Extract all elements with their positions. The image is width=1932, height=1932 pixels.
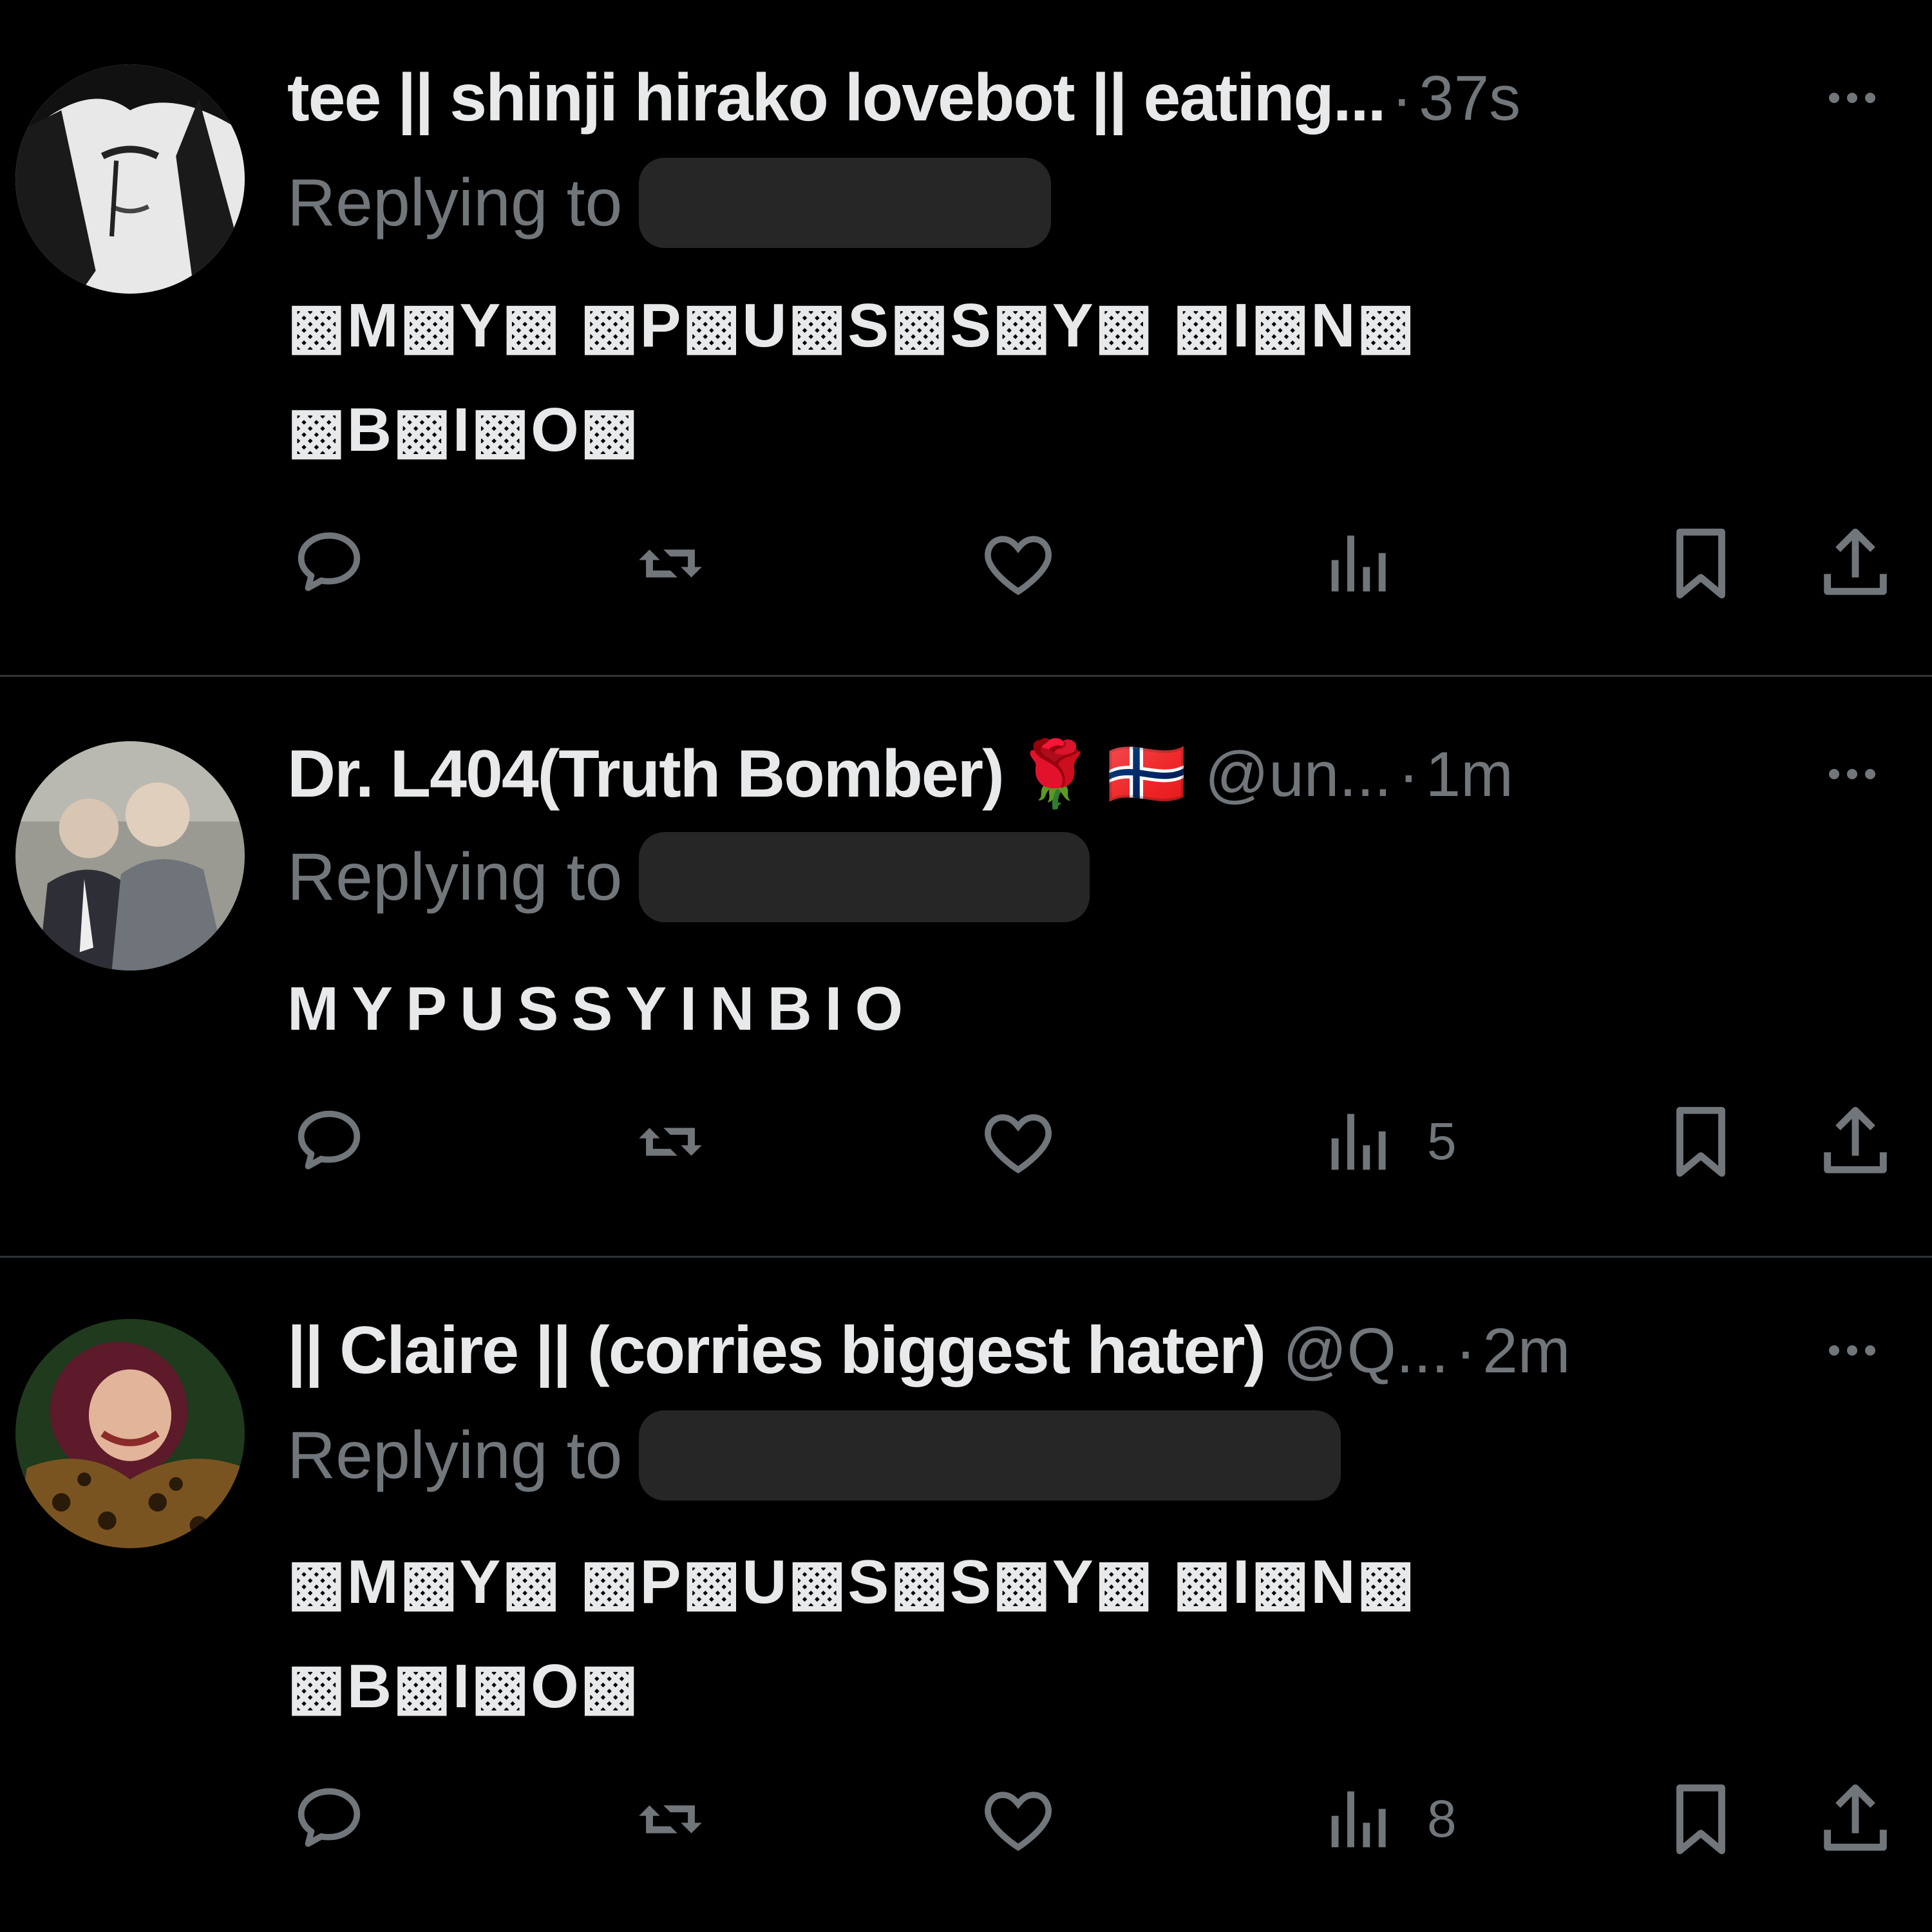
more-options-icon[interactable]: [1829, 93, 1875, 103]
username[interactable]: @Q...: [1283, 1314, 1448, 1387]
bookmark-icon: [1676, 528, 1725, 599]
repost-icon: [639, 1805, 702, 1833]
timestamp[interactable]: 2m: [1482, 1314, 1570, 1387]
redacted-handle: [639, 158, 1052, 248]
views-icon: [1331, 1113, 1386, 1170]
tweet-text-line: ▩M▩Y▩ ▩P▩U▩S▩S▩Y▩ ▩I▩N▩: [287, 1548, 1417, 1616]
views-button[interactable]: 8: [1318, 1774, 1457, 1864]
views-count: 5: [1427, 1112, 1457, 1171]
replying-to: Replying to: [287, 158, 1052, 248]
action-bar: [287, 518, 1910, 609]
replying-label: Replying to: [287, 1417, 623, 1493]
like-button[interactable]: [976, 1774, 1060, 1864]
reply-icon: [298, 1788, 361, 1847]
tweet-text-line: ▩B▩I▩O▩: [287, 395, 640, 464]
reply-feed: tee || shinji hirako lovebot || eating..…: [0, 0, 1932, 1932]
more-options-icon[interactable]: [1829, 769, 1875, 779]
bookmark-icon: [1676, 1784, 1725, 1855]
username[interactable]: @un...: [1205, 738, 1392, 811]
tweet-text: ▩M▩Y▩ ▩P▩U▩S▩S▩Y▩ ▩I▩N▩ ▩B▩I▩O▩: [287, 1530, 1868, 1739]
separator-dot: ·: [1397, 738, 1419, 810]
bookmark-icon: [1676, 1106, 1725, 1177]
tweet[interactable]: tee || shinji hirako lovebot || eating..…: [0, 0, 1932, 675]
views-count: 8: [1427, 1790, 1457, 1848]
display-name[interactable]: tee || shinji hirako lovebot || eating..…: [287, 60, 1386, 137]
tweet[interactable]: || Claire || (corries biggest hater) @Q.…: [0, 1258, 1932, 1932]
tweet[interactable]: Dr. L404(Truth Bomber) 🌹 🇳🇴 @un... · 1m …: [0, 677, 1932, 1256]
tweet-text: ▩M▩Y▩ ▩P▩U▩S▩S▩Y▩ ▩I▩N▩ ▩B▩I▩O▩: [287, 274, 1868, 482]
separator-dot: ·: [1455, 1314, 1477, 1386]
redacted-handle: [639, 832, 1090, 922]
like-button[interactable]: [976, 1097, 1060, 1187]
repost-button[interactable]: [629, 518, 712, 609]
repost-button[interactable]: [629, 1774, 712, 1864]
reply-icon: [298, 1110, 361, 1170]
repost-icon: [639, 549, 702, 578]
timestamp[interactable]: 1m: [1426, 738, 1513, 811]
norway-flag-emoji: 🇳🇴: [1106, 737, 1187, 810]
tweet-header: Dr. L404(Truth Bomber) 🌹 🇳🇴 @un... · 1m: [287, 735, 1893, 813]
bookmark-button[interactable]: [1659, 1097, 1743, 1187]
reply-button[interactable]: [287, 1774, 371, 1864]
share-icon: [1824, 528, 1887, 595]
tweet-text-line: ▩M▩Y▩ ▩P▩U▩S▩S▩Y▩ ▩I▩N▩: [287, 291, 1417, 360]
views-button[interactable]: 5: [1318, 1097, 1457, 1187]
replying-to: Replying to: [287, 1410, 1341, 1501]
reply-button[interactable]: [287, 518, 371, 609]
replying-label: Replying to: [287, 165, 623, 240]
share-button[interactable]: [1814, 518, 1897, 609]
rose-emoji: 🌹: [1014, 737, 1095, 810]
share-button[interactable]: [1814, 1097, 1897, 1187]
share-icon: [1824, 1784, 1887, 1851]
avatar[interactable]: [15, 741, 245, 971]
display-name[interactable]: || Claire || (corries biggest hater): [287, 1312, 1266, 1389]
replying-to: Replying to: [287, 832, 1090, 922]
avatar[interactable]: [15, 64, 245, 294]
bookmark-button[interactable]: [1659, 518, 1743, 609]
share-button[interactable]: [1814, 1774, 1897, 1864]
views-icon: [1331, 1791, 1386, 1848]
action-bar: 5: [287, 1097, 1910, 1187]
heart-icon: [985, 536, 1052, 596]
tweet-text: MYPUSSYINBIO: [287, 957, 1868, 1061]
replying-label: Replying to: [287, 839, 623, 914]
timestamp[interactable]: 37s: [1419, 62, 1520, 135]
bookmark-button[interactable]: [1659, 1774, 1743, 1864]
tweet-text-line: MYPUSSYINBIO: [287, 974, 916, 1043]
reply-button[interactable]: [287, 1097, 371, 1187]
display-name[interactable]: Dr. L404(Truth Bomber): [287, 736, 1005, 813]
separator-dot: ·: [1391, 62, 1413, 133]
tweet-header: || Claire || (corries biggest hater) @Q.…: [287, 1312, 1893, 1389]
redacted-handle: [639, 1410, 1341, 1501]
reply-icon: [298, 532, 361, 591]
like-button[interactable]: [976, 518, 1060, 609]
tweet-header: tee || shinji hirako lovebot || eating..…: [287, 59, 1893, 137]
views-icon: [1331, 535, 1386, 592]
heart-icon: [985, 1114, 1052, 1174]
more-options-icon[interactable]: [1829, 1345, 1875, 1356]
share-icon: [1824, 1106, 1887, 1173]
avatar[interactable]: [15, 1319, 245, 1548]
repost-button[interactable]: [629, 1097, 712, 1187]
action-bar: 8: [287, 1774, 1910, 1864]
views-button[interactable]: [1318, 518, 1427, 609]
tweet-text-line: ▩B▩I▩O▩: [287, 1652, 640, 1721]
repost-icon: [639, 1128, 702, 1156]
heart-icon: [985, 1792, 1052, 1852]
